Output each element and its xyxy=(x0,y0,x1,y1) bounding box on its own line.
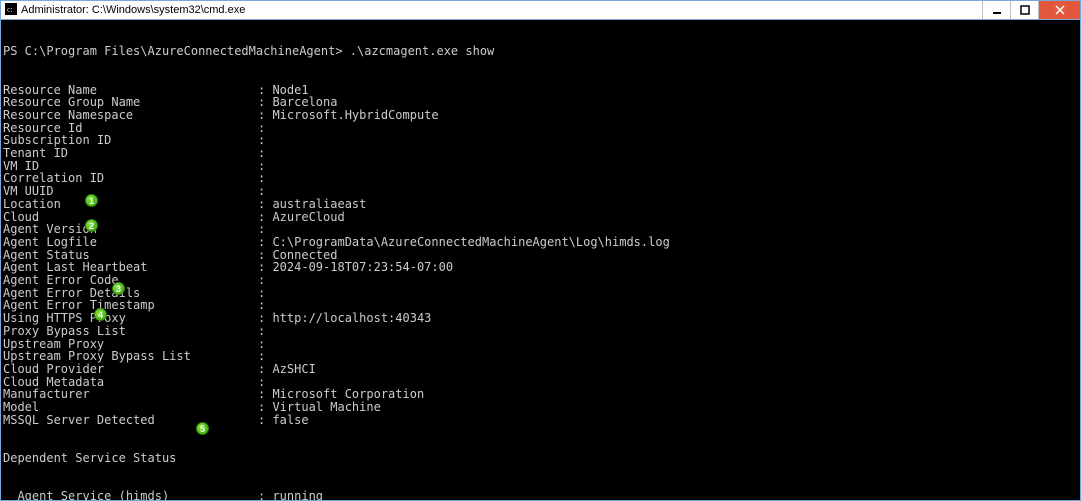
prompt: PS C:\Program Files\AzureConnectedMachin… xyxy=(3,45,350,58)
kv-row: Agent Logfile : C:\ProgramData\AzureConn… xyxy=(3,236,1078,249)
kv-row: Using HTTPS Proxy : http://localhost:403… xyxy=(3,312,1078,325)
kv-label: Agent Logfile xyxy=(3,236,258,249)
kv-row: Tenant ID : xyxy=(3,147,1078,160)
kv-row: MSSQL Server Detected : false xyxy=(3,414,1078,427)
kv-row: Location : australiaeast xyxy=(3,198,1078,211)
kv-row: Proxy Bypass List : xyxy=(3,325,1078,338)
prompt-line: PS C:\Program Files\AzureConnectedMachin… xyxy=(3,45,1078,58)
dep-label: Agent Service (himds) xyxy=(3,490,258,500)
kv-label: Location xyxy=(3,198,258,211)
dependent-header: Dependent Service Status xyxy=(3,452,1078,465)
callout-badge-2: 2 xyxy=(85,219,98,232)
kv-value: Virtual Machine xyxy=(272,401,380,414)
kv-value: http://localhost:40343 xyxy=(272,312,431,325)
kv-row: VM UUID : xyxy=(3,185,1078,198)
cmd-icon: c: xyxy=(5,3,17,18)
kv-label: Tenant ID xyxy=(3,147,258,160)
svg-text:c:: c: xyxy=(7,5,13,14)
kv-label: Agent Error Code xyxy=(3,274,258,287)
kv-value: Microsoft.HybridCompute xyxy=(272,109,438,122)
kv-label: Cloud Provider xyxy=(3,363,258,376)
kv-value: australiaeast xyxy=(272,198,366,211)
callout-badge-3: 3 xyxy=(112,282,125,295)
kv-label: Model xyxy=(3,401,258,414)
cmd-window: c: Administrator: C:\Windows\system32\cm… xyxy=(0,0,1081,501)
kv-row: Agent Error Code : xyxy=(3,274,1078,287)
kv-value: C:\ProgramData\AzureConnectedMachineAgen… xyxy=(272,236,669,249)
terminal-output[interactable]: PS C:\Program Files\AzureConnectedMachin… xyxy=(1,20,1080,500)
kv-value: false xyxy=(272,414,308,427)
callout-badge-1: 1 xyxy=(85,194,98,207)
close-button[interactable] xyxy=(1038,1,1080,19)
command: .\azcmagent.exe show xyxy=(350,45,495,58)
kv-label: Using HTTPS Proxy xyxy=(3,312,258,325)
callout-badge-4: 4 xyxy=(94,308,107,321)
kv-value: 2024-09-18T07:23:54-07:00 xyxy=(272,261,453,274)
maximize-button[interactable] xyxy=(1010,1,1038,19)
dep-row: Agent Service (himds) : running xyxy=(3,490,1078,500)
minimize-button[interactable] xyxy=(982,1,1010,19)
kv-label: VM UUID xyxy=(3,185,258,198)
kv-row: Model : Virtual Machine xyxy=(3,401,1078,414)
kv-label: Proxy Bypass List xyxy=(3,325,258,338)
kv-label: Resource Namespace xyxy=(3,109,258,122)
titlebar[interactable]: c: Administrator: C:\Windows\system32\cm… xyxy=(1,1,1080,20)
kv-row: Resource Namespace : Microsoft.HybridCom… xyxy=(3,109,1078,122)
window-title: Administrator: C:\Windows\system32\cmd.e… xyxy=(21,4,982,16)
dep-value: running xyxy=(272,490,323,500)
callout-badge-5: 5 xyxy=(196,422,209,435)
kv-value: AzSHCI xyxy=(272,363,315,376)
kv-label: MSSQL Server Detected xyxy=(3,414,258,427)
kv-row: Cloud Provider : AzSHCI xyxy=(3,363,1078,376)
kv-value: AzureCloud xyxy=(272,211,344,224)
